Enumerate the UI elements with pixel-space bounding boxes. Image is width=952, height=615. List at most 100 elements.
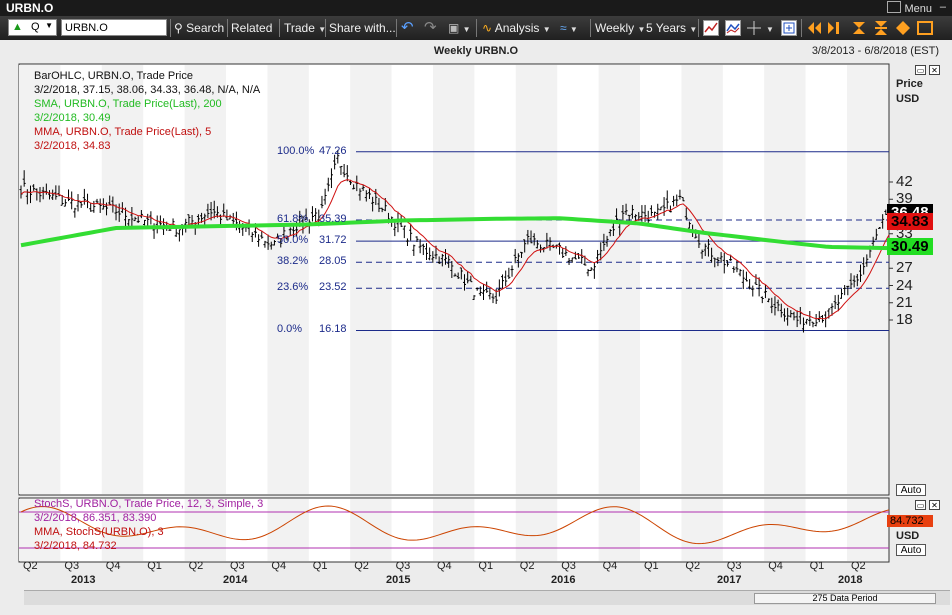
menu-button[interactable]: Menu	[887, 1, 932, 15]
fit-icon[interactable]	[917, 20, 933, 36]
price-tick-label: 21	[896, 293, 913, 311]
add-panel-icon[interactable]	[781, 20, 797, 36]
toolbar: ▲ Q ▼ ⚲ Search Related Trade ▼ Share wit…	[0, 16, 952, 40]
sma-legend-values: 3/2/2018, 30.49	[34, 112, 111, 124]
redo-icon[interactable]: ↷	[424, 20, 437, 36]
price-tick-label: 18	[896, 311, 913, 328]
chevron-down-icon: ▼	[45, 21, 53, 30]
search-button[interactable]: ⚲ Search	[174, 20, 224, 36]
quarter-band	[515, 499, 558, 561]
quarter-band	[598, 65, 640, 494]
time-scrollbar[interactable]: 275 Data Period	[24, 590, 950, 605]
quarter-band	[764, 499, 806, 561]
toolbar-divider	[170, 19, 171, 37]
quarter-label: Q1	[644, 560, 659, 572]
folder-icon[interactable]: ▣ ▼	[448, 20, 471, 36]
sma-value-badge: 30.49	[887, 238, 933, 256]
fib-percent-label: 38.2%	[277, 255, 309, 268]
zoom-out-icon[interactable]	[873, 20, 889, 36]
menu-label: Menu	[904, 3, 932, 15]
quarter-label: Q2	[354, 560, 369, 572]
minimize-icon[interactable]: –	[940, 1, 946, 13]
year-label: 2015	[386, 574, 411, 586]
stoch-legend-line2: 3/2/2018, 86.351, 83.390	[34, 512, 157, 524]
year-label: 2013	[71, 574, 96, 586]
year-label: 2017	[717, 574, 742, 586]
scrollbar-thumb[interactable]: 275 Data Period	[754, 593, 936, 604]
quarter-label: Q2	[519, 560, 535, 572]
quarter-band	[350, 65, 392, 494]
year-label: 2018	[838, 574, 863, 586]
range-label: 5 Years	[646, 21, 687, 35]
toolbar-divider	[396, 19, 397, 37]
price-auto-scale-button[interactable]: Auto	[896, 484, 926, 496]
year-label: 2014	[223, 574, 248, 586]
stoch-close-icon[interactable]: ✕	[929, 500, 940, 510]
studies-icon[interactable]: ≈ ▼	[560, 20, 578, 36]
trade-button[interactable]: Trade ▼	[284, 20, 326, 36]
chart-window: Weekly URBN.O 3/8/2013 - 6/8/2018 (EST) …	[3, 42, 950, 612]
quarter-label: Q3	[395, 560, 411, 572]
quarter-label: Q1	[478, 560, 494, 572]
quarter-band	[433, 65, 475, 494]
price-axis-title: Price	[896, 78, 923, 90]
quarter-label: Q1	[147, 560, 162, 572]
fib-value-label: 28.05	[319, 255, 347, 268]
stoch-restore-icon[interactable]: ▭	[915, 500, 926, 510]
toolbar-divider	[590, 19, 591, 37]
periodicity-dropdown[interactable]: Weekly ▼	[595, 20, 645, 36]
undo-icon[interactable]: ↶	[401, 20, 414, 36]
quarter-band	[847, 499, 889, 561]
scroll-right-icon[interactable]	[827, 20, 843, 36]
quarter-label: Q2	[188, 560, 204, 572]
quarter-label: Q1	[312, 560, 328, 572]
quarter-band	[681, 65, 723, 494]
security-type-dropdown[interactable]: ▲ Q ▼	[8, 19, 57, 36]
quarter-label: Q4	[105, 560, 121, 572]
quarter-label: Q4	[437, 560, 452, 572]
crosshair-dropdown[interactable]: ▼	[766, 20, 774, 36]
quarter-label: Q3	[230, 560, 245, 572]
panel-close-icon[interactable]: ✕	[929, 65, 940, 75]
stoch-legend-line3: MMA, StochS(URBN.O), 3	[34, 526, 164, 538]
line-chart-icon[interactable]	[703, 20, 719, 36]
quarter-label: Q4	[602, 560, 618, 572]
quarter-label: Q2	[23, 560, 38, 572]
reset-zoom-icon[interactable]	[895, 20, 911, 36]
fib-percent-label: 0.0%	[277, 323, 303, 336]
analysis-button[interactable]: ∿ Analysis ▼	[482, 20, 551, 36]
title-bar: URBN.O Menu –	[0, 0, 952, 16]
fib-percent-label: 50.0%	[277, 234, 309, 247]
zoom-in-icon[interactable]	[851, 20, 867, 36]
mma-value-badge: 34.83	[887, 213, 933, 231]
range-dropdown[interactable]: 5 Years ▼	[646, 20, 697, 36]
share-button[interactable]: Share with...	[329, 20, 396, 36]
panel-restore-icon[interactable]: ▭	[915, 65, 926, 75]
search-icon: ⚲	[174, 21, 183, 35]
related-button[interactable]: Related	[231, 20, 272, 36]
quarter-label: Q1	[809, 560, 825, 572]
chart-style-icon[interactable]	[725, 20, 741, 36]
crosshair-icon[interactable]	[746, 20, 762, 36]
toolbar-divider	[476, 19, 477, 37]
fib-value-label: 47.26	[319, 144, 347, 157]
price-tick-label: 42	[896, 173, 913, 190]
price-tick-label: 24	[896, 276, 913, 294]
toolbar-divider	[279, 19, 280, 37]
toolbar-divider	[227, 19, 228, 37]
security-type-value: Q	[31, 21, 40, 33]
quarter-band	[267, 65, 309, 494]
quarter-label: Q3	[726, 560, 742, 572]
stoch-auto-scale-button[interactable]: Auto	[896, 544, 926, 556]
quarter-label: Q3	[561, 560, 576, 572]
quarter-label: Q4	[271, 560, 287, 572]
quarter-band	[267, 499, 309, 561]
chart-title: Weekly URBN.O	[433, 45, 519, 57]
scroll-left-icon[interactable]	[806, 20, 822, 36]
fib-value-label: 31.72	[319, 234, 347, 247]
toolbar-divider	[325, 19, 326, 37]
stoch-axis-unit: USD	[896, 530, 920, 542]
quarter-label: Q2	[851, 560, 866, 572]
ohlc-legend-values: 3/2/2018, 37.15, 38.06, 34.33, 36.48, N/…	[34, 84, 261, 96]
symbol-input[interactable]	[61, 19, 167, 36]
